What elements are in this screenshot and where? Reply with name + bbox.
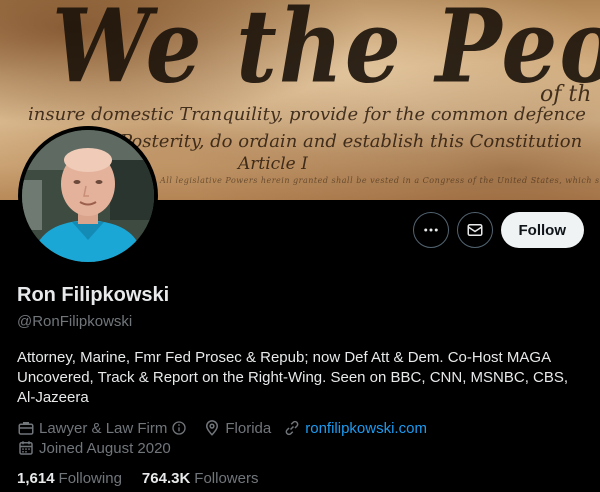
message-button[interactable] <box>456 212 493 248</box>
following-label: Following <box>58 470 122 487</box>
banner-headline: We the People <box>52 0 600 106</box>
followers-label: Followers <box>194 470 259 487</box>
following-stat[interactable]: 1,614 Following <box>17 470 122 487</box>
display-name: Ron Filipkowski <box>17 284 170 306</box>
joined-item: Joined August 2020 <box>17 439 171 457</box>
profile-actions: Follow <box>412 212 584 248</box>
joined-label: Joined August 2020 <box>39 439 171 457</box>
website-link[interactable]: ronfilipkowski.com <box>305 420 427 437</box>
category-label: Lawyer & Law Firm <box>39 419 168 437</box>
profile-stats: 1,614 Following 764.3K Followers <box>17 470 278 487</box>
briefcase-icon <box>18 422 34 435</box>
more-icon <box>423 228 438 232</box>
location-icon <box>206 420 219 436</box>
location-label: Florida <box>225 419 272 437</box>
banner-text-line: Article I <box>238 154 308 174</box>
category-item: Lawyer & Law Firm <box>17 419 191 437</box>
profile-meta-row: Joined August 2020 <box>17 439 183 457</box>
banner-text-line: insure domestic Tranquility, provide for… <box>28 104 586 125</box>
profile-bio: Attorney, Marine, Fmr Fed Prosec & Repub… <box>17 349 569 406</box>
more-button[interactable] <box>412 212 449 248</box>
avatar[interactable] <box>18 126 158 266</box>
user-handle: @RonFilipkowski <box>17 313 133 330</box>
calendar-icon <box>19 441 33 455</box>
location-item: Florida <box>203 419 271 437</box>
banner-text-line: All legislative Powers herein granted sh… <box>160 176 600 185</box>
follow-button[interactable]: Follow <box>500 212 584 248</box>
website-item: ronfilipkowski.com <box>283 419 427 437</box>
link-icon <box>285 420 299 436</box>
followers-stat[interactable]: 764.3K Followers <box>142 470 259 487</box>
following-count: 1,614 <box>17 470 55 487</box>
info-icon[interactable] <box>171 420 187 436</box>
message-icon <box>467 224 482 236</box>
banner-text-line: of th <box>540 82 592 107</box>
followers-count: 764.3K <box>141 470 191 487</box>
banner-text-line: Posterity, do ordain and establish this … <box>120 131 583 152</box>
profile-meta-row: Lawyer & Law Firm Florida ronfilipkowski… <box>17 419 439 437</box>
